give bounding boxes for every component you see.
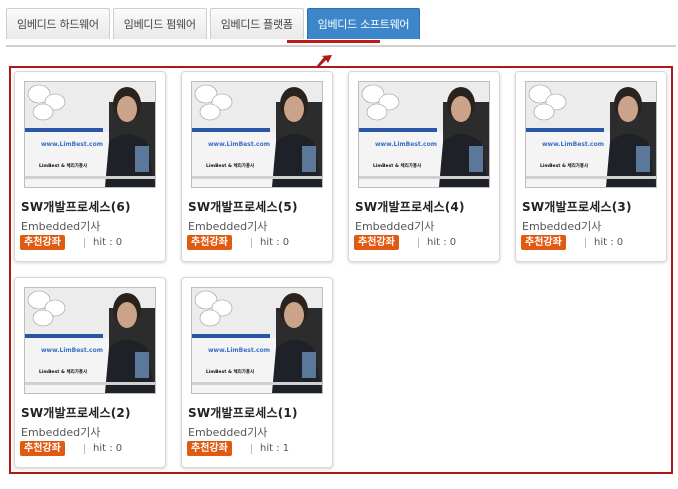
lecture-thumbnail[interactable]: LimBest 소프트웨어 경영 www.LimBest.com LimBest… bbox=[24, 81, 156, 188]
lecture-card-2[interactable]: LimBest 소프트웨어 경영 www.LimBest.com LimBest… bbox=[181, 71, 333, 262]
lecture-title[interactable]: SW개발프로세스(4) bbox=[355, 198, 465, 215]
lecture-grid: LimBest 소프트웨어 경영 www.LimBest.com LimBest… bbox=[9, 66, 673, 474]
lecture-category: Embedded기사 bbox=[21, 426, 101, 439]
lecture-category: Embedded기사 bbox=[355, 220, 435, 233]
tab-embedded-software[interactable]: 임베디드 소프트웨어 bbox=[306, 8, 421, 39]
thumbnail-caption: LimBest & 체리가홍사 bbox=[39, 368, 88, 375]
active-tab-underline bbox=[287, 40, 380, 43]
thumbnail-url-text: www.LimBest.com bbox=[375, 141, 437, 148]
lecture-card-3[interactable]: LimBest 소프트웨어 경영 www.LimBest.com LimBest… bbox=[348, 71, 500, 262]
lecture-thumbnail[interactable]: LimBest 소프트웨어 경영 www.LimBest.com LimBest… bbox=[24, 287, 156, 394]
lecture-category: Embedded기사 bbox=[188, 220, 268, 233]
divider bbox=[251, 238, 252, 248]
tabs-divider bbox=[6, 45, 676, 47]
lecture-category: Embedded기사 bbox=[21, 220, 101, 233]
thumbnail-caption: LimBest & 체리가홍사 bbox=[373, 162, 422, 169]
lecture-card-6[interactable]: LimBest 소프트웨어 경영 www.LimBest.com LimBest… bbox=[181, 277, 333, 468]
divider bbox=[585, 238, 586, 248]
lecture-title[interactable]: SW개발프로세스(2) bbox=[21, 404, 131, 421]
tab-embedded-platform[interactable]: 임베디드 플랫폼 bbox=[209, 8, 304, 39]
category-tabs: 임베디드 하드웨어 임베디드 펌웨어 임베디드 플랫폼 임베디드 소프트웨어 bbox=[6, 8, 421, 41]
lecture-title[interactable]: SW개발프로세스(6) bbox=[21, 198, 131, 215]
thumbnail-url-text: www.LimBest.com bbox=[542, 141, 604, 148]
recommended-badge: 추천강좌 bbox=[187, 441, 232, 456]
recommended-badge: 추천강좌 bbox=[354, 235, 399, 250]
lecture-card-5[interactable]: LimBest 소프트웨어 경영 www.LimBest.com LimBest… bbox=[14, 277, 166, 468]
tab-embedded-hardware[interactable]: 임베디드 하드웨어 bbox=[6, 8, 110, 39]
lecture-category: Embedded기사 bbox=[522, 220, 602, 233]
divider bbox=[418, 238, 419, 248]
divider bbox=[84, 238, 85, 248]
hit-count: hit : 0 bbox=[93, 237, 123, 248]
divider bbox=[251, 444, 252, 454]
lecture-card-4[interactable]: LimBest 소프트웨어 경영 www.LimBest.com LimBest… bbox=[515, 71, 667, 262]
thumbnail-caption: LimBest & 체리가홍사 bbox=[206, 162, 255, 169]
thumbnail-caption: LimBest & 체리가홍사 bbox=[39, 162, 88, 169]
recommended-badge: 추천강좌 bbox=[187, 235, 232, 250]
hit-count: hit : 0 bbox=[260, 237, 290, 248]
recommended-badge: 추천강좌 bbox=[20, 235, 65, 250]
lecture-card-1[interactable]: LimBest 소프트웨어 경영 www.LimBest.com LimBest… bbox=[14, 71, 166, 262]
thumbnail-url-text: www.LimBest.com bbox=[41, 141, 103, 148]
lecture-thumbnail[interactable]: LimBest 소프트웨어 경영 www.LimBest.com LimBest… bbox=[191, 81, 323, 188]
lecture-title[interactable]: SW개발프로세스(5) bbox=[188, 198, 298, 215]
tab-embedded-firmware[interactable]: 임베디드 펌웨어 bbox=[112, 8, 207, 39]
lecture-thumbnail[interactable]: LimBest 소프트웨어 경영 www.LimBest.com LimBest… bbox=[525, 81, 657, 188]
recommended-badge: 추천강좌 bbox=[521, 235, 566, 250]
hit-count: hit : 0 bbox=[594, 237, 624, 248]
recommended-badge: 추천강좌 bbox=[20, 441, 65, 456]
thumbnail-url-text: www.LimBest.com bbox=[208, 347, 270, 354]
thumbnail-url-text: www.LimBest.com bbox=[208, 141, 270, 148]
hit-count: hit : 1 bbox=[260, 443, 290, 454]
thumbnail-url-text: www.LimBest.com bbox=[41, 347, 103, 354]
lecture-title[interactable]: SW개발프로세스(3) bbox=[522, 198, 632, 215]
thumbnail-caption: LimBest & 체리가홍사 bbox=[540, 162, 589, 169]
lecture-thumbnail[interactable]: LimBest 소프트웨어 경영 www.LimBest.com LimBest… bbox=[191, 287, 323, 394]
lecture-thumbnail[interactable]: LimBest 소프트웨어 경영 www.LimBest.com LimBest… bbox=[358, 81, 490, 188]
hit-count: hit : 0 bbox=[93, 443, 123, 454]
lecture-title[interactable]: SW개발프로세스(1) bbox=[188, 404, 298, 421]
lecture-category: Embedded기사 bbox=[188, 426, 268, 439]
thumbnail-caption: LimBest & 체리가홍사 bbox=[206, 368, 255, 375]
hit-count: hit : 0 bbox=[427, 237, 457, 248]
divider bbox=[84, 444, 85, 454]
